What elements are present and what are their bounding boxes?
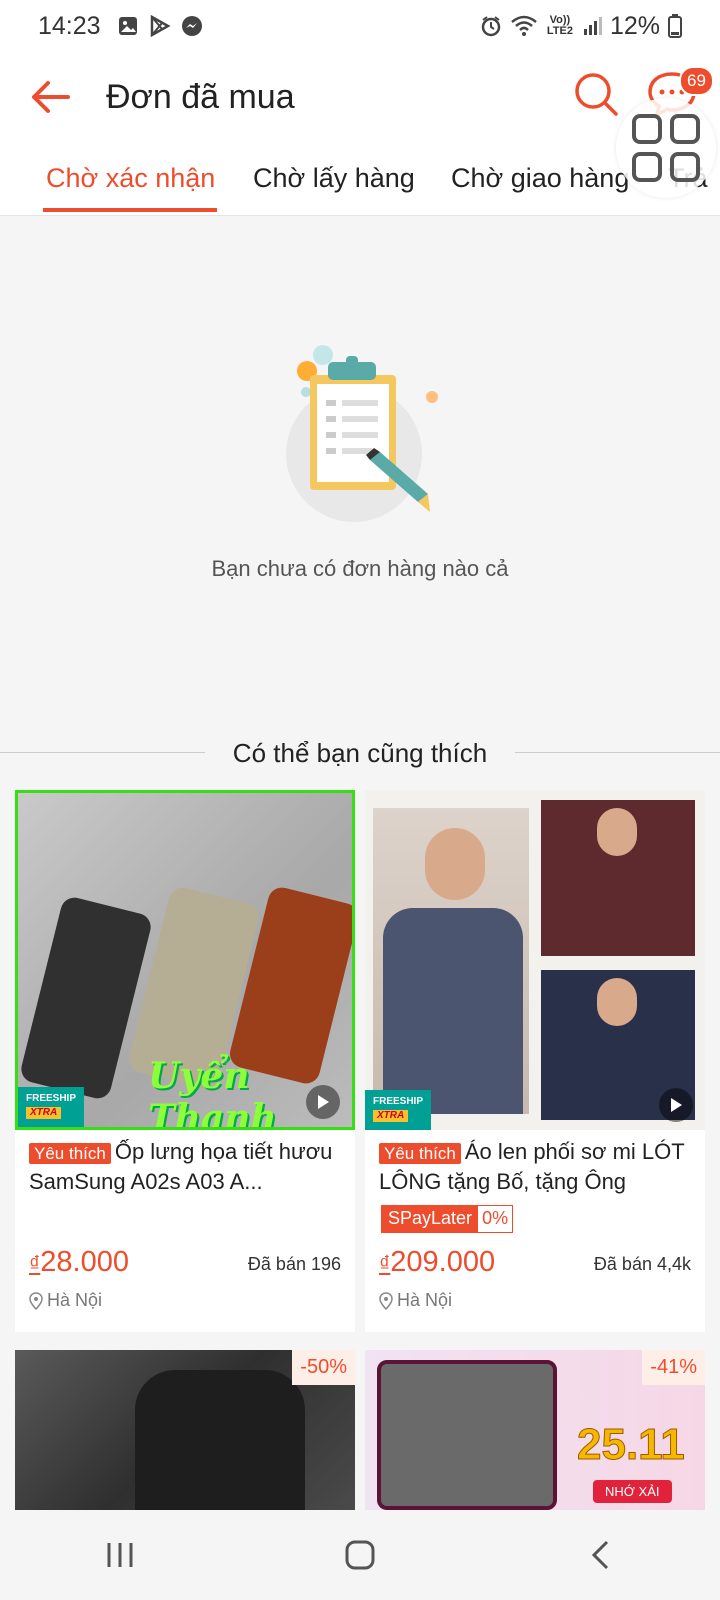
home-button[interactable] [320,1525,400,1585]
app-header: Đơn đã mua [0,52,720,142]
battery-icon [668,14,682,38]
system-nav-bar [0,1510,720,1600]
product-title: Yêu thích Áo len phối sơ mi LÓT LÔNG tặng… [379,1139,685,1194]
product-location: Hà Nội [29,1290,102,1311]
sold-count: Đã bán 4,4k [593,1254,691,1274]
product-image: FREESHIP XTRA [365,790,705,1130]
location-pin-icon [379,1291,393,1310]
empty-clipboard-icon [286,345,438,522]
wifi-icon [511,15,537,36]
play-video-icon[interactable] [306,1085,340,1119]
favorite-badge: Yêu thích [29,1143,111,1164]
recommend-heading: Có thể bạn cũng thích [232,738,488,768]
recent-apps-button[interactable] [80,1525,160,1585]
gallery-icon [118,17,137,35]
tab-cho-lay-hang[interactable]: Chờ lấy hàng [253,142,415,215]
discount-badge: -41% [642,1350,705,1385]
chevron-left-icon [591,1540,609,1570]
favorite-badge: Yêu thích [379,1143,461,1164]
product-price: ₫209.000 [379,1246,496,1278]
floating-menu-button[interactable] [616,98,716,198]
divider-line [515,752,720,753]
back-system-button[interactable] [560,1525,640,1585]
tab-cho-xac-nhan[interactable]: Chờ xác nhận [46,142,215,215]
freeship-badge: FREESHIP XTRA [365,1090,431,1130]
recent-apps-icon [107,1543,133,1567]
grid-cell-icon [670,152,700,182]
banner-date: 25.11 [577,1420,686,1470]
order-status-tabs: Chờ xác nhận Chờ lấy hàng Chờ giao hàng … [0,142,720,216]
banner-button: NHỚ XẢI [593,1480,672,1503]
status-time: 14:23 [38,11,101,40]
product-card[interactable]: 25.11 NHỚ XẢI -41% [365,1350,705,1510]
recommend-divider: Có thể bạn cũng thích [0,738,720,768]
search-icon [575,73,618,116]
play-store-icon [150,15,171,37]
product-card[interactable]: Uyển Thanh FREESHIP XTRA Yêu thích Ốp lưn… [15,790,355,1332]
back-button[interactable] [20,67,80,127]
sold-count: Đã bán 196 [247,1254,341,1274]
model-photo-top [541,800,695,956]
product-card[interactable]: -50% [15,1350,355,1510]
page-title: Đơn đã mua [106,77,295,116]
active-tab-indicator [43,208,217,212]
location-pin-icon [29,1291,43,1310]
product-card[interactable]: FREESHIP XTRA Yêu thích Áo len phối sơ mi… [365,790,705,1332]
alarm-icon [481,16,501,37]
empty-state-message: Bạn chưa có đơn hàng nào cả [211,556,509,581]
tab-cho-giao-hang[interactable]: Chờ giao hàng [451,142,629,215]
search-button[interactable] [568,66,624,122]
product-location: Hà Nội [379,1290,452,1311]
product-title: Yêu thích Ốp lưng họa tiết hươu SamSung A… [29,1139,333,1194]
battery-percent: 12% [609,11,660,40]
back-arrow-icon [32,81,70,113]
discount-badge: -50% [292,1350,355,1385]
volte-label: Vo)) LTE2 [546,14,573,37]
product-price: ₫28.000 [29,1246,129,1278]
signal-icon [583,17,602,35]
status-bar: 14:23 Vo)) LTE2 12% [0,0,720,52]
freeship-badge: FREESHIP XTRA [18,1087,84,1127]
messenger-icon [181,16,202,36]
model-photo-main [373,808,529,1114]
grid-cell-icon [670,114,700,144]
home-icon [345,1540,375,1570]
play-video-icon[interactable] [659,1088,693,1122]
spaylater-badge: SPayLater 0% [381,1205,514,1233]
grid-cell-icon [632,114,662,144]
grid-cell-icon [632,152,662,182]
product-image: Uyển Thanh FREESHIP XTRA [15,790,355,1130]
chat-badge: 69 [679,66,714,96]
